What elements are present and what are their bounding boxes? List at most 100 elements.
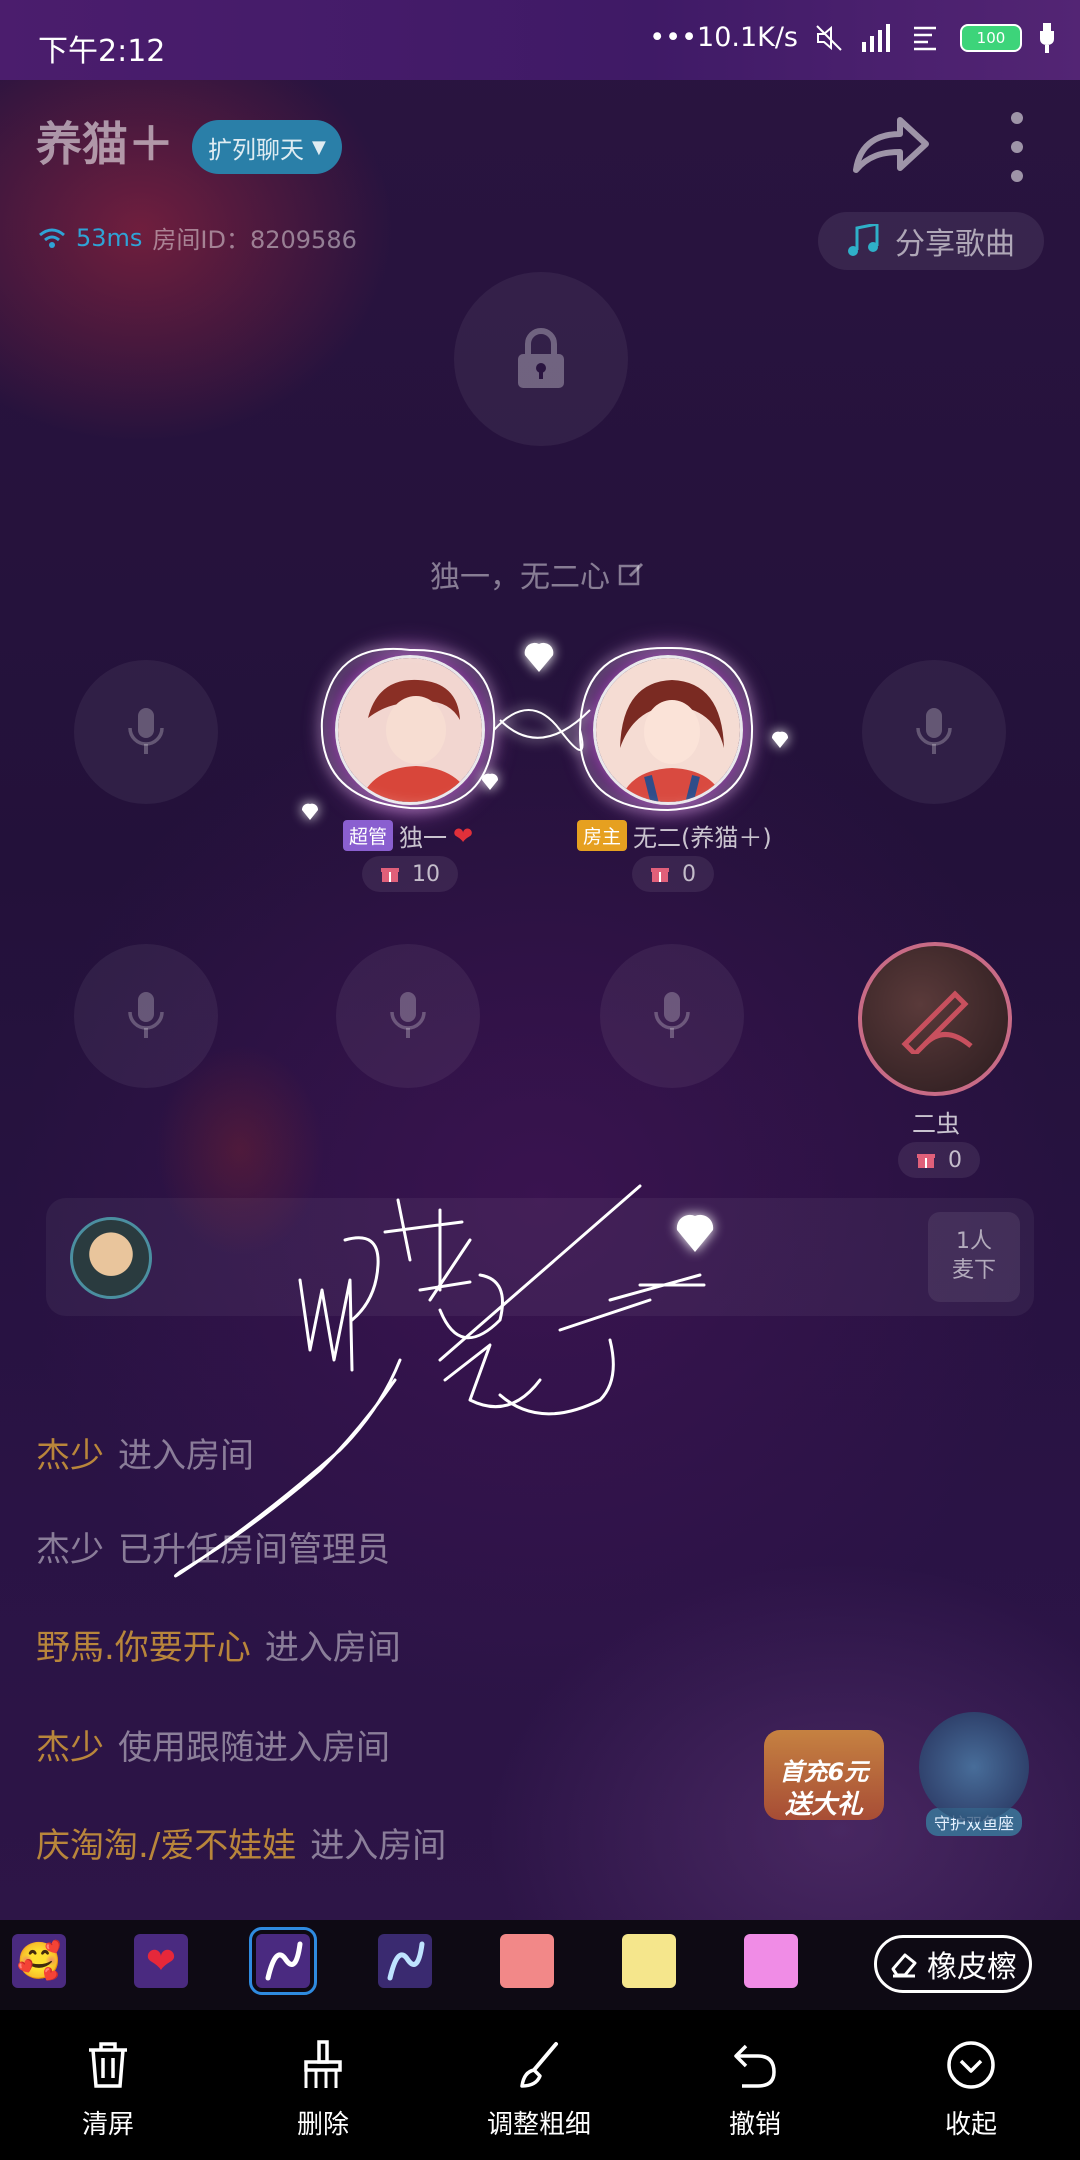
- gift-count: 10: [412, 861, 440, 887]
- gift-count-3: 0: [898, 1142, 980, 1178]
- empty-mic-seat-1[interactable]: [74, 660, 218, 804]
- empty-mic-seat-2[interactable]: [862, 660, 1006, 804]
- message-nick[interactable]: 杰少: [36, 1436, 104, 1476]
- mute-icon: [816, 24, 842, 51]
- edit-icon: [618, 562, 644, 586]
- adjust-thickness-button[interactable]: 调整粗细: [464, 2040, 614, 2141]
- undo-label: 撤销: [728, 2110, 781, 2140]
- seat-user-1: 超管 独一 ❤: [343, 818, 473, 853]
- glow-line-brush-swatch[interactable]: [249, 1927, 317, 1995]
- first-recharge-promo[interactable]: 首充6元 送大礼: [754, 1700, 894, 1840]
- message-text: 进入房间: [264, 1628, 401, 1668]
- avatar-illustration: [338, 658, 482, 802]
- queue-label: 麦下: [951, 1258, 996, 1283]
- chat-message: 杰少 使用跟随进入房间: [36, 1720, 390, 1769]
- user-name: 二虫: [912, 1110, 960, 1138]
- user-name: 无二(养猫＋): [633, 824, 772, 852]
- queue-button[interactable]: 1人 麦下: [928, 1212, 1020, 1302]
- gift-icon: [381, 868, 399, 882]
- empty-mic-seat-4[interactable]: [336, 944, 480, 1088]
- chat-message: 杰少 已升任房间管理员: [36, 1522, 390, 1571]
- color-swatch-pink[interactable]: [744, 1934, 798, 1988]
- blushing-face-icon: 🥰: [16, 1941, 62, 1982]
- ping-latency: 53ms: [76, 223, 143, 252]
- eraser-icon: [891, 1953, 917, 1978]
- user-avatar-duyi[interactable]: [335, 655, 485, 805]
- avatar-illustration: [596, 658, 740, 802]
- lock-icon: [518, 328, 564, 388]
- eraser-button[interactable]: 橡皮檫: [874, 1935, 1032, 1993]
- heart-icon: ❤: [453, 821, 474, 850]
- user-avatar-wuer[interactable]: [593, 655, 743, 805]
- menu-lines-icon: [914, 26, 936, 50]
- room-motto[interactable]: 独一，无二心: [430, 552, 646, 596]
- battery-icon: 100: [960, 23, 1022, 52]
- clear-screen-button[interactable]: 清屏: [33, 2040, 183, 2141]
- heart-icon: ❤: [145, 1940, 177, 1982]
- emoji-brush-swatch[interactable]: 🥰: [12, 1934, 66, 1988]
- heart-brush-swatch[interactable]: ❤: [134, 1934, 188, 1988]
- mic-queue-bar: [46, 1198, 1034, 1316]
- trash-icon: [89, 2042, 127, 2088]
- share-song-button[interactable]: 分享歌曲: [818, 212, 1044, 270]
- locked-seat[interactable]: [454, 272, 628, 446]
- gift-count-2: 0: [632, 856, 714, 892]
- pencil-sign-icon: [901, 990, 973, 1054]
- collapse-button[interactable]: 收起: [896, 2040, 1046, 2141]
- microphone-icon: [916, 708, 952, 754]
- more-options-button[interactable]: [1002, 112, 1032, 182]
- user-avatar-erchong[interactable]: [858, 942, 1012, 1096]
- share-song-label: 分享歌曲: [895, 227, 1015, 262]
- chevron-down-circle-icon: [947, 2041, 995, 2089]
- room-motto-text: 独一，无二心: [430, 560, 610, 595]
- gift-icon: [917, 1154, 935, 1168]
- promo-line2: 送大礼: [784, 1790, 863, 1820]
- color-swatch-yellow[interactable]: [622, 1934, 676, 1988]
- message-text: 进入房间: [310, 1826, 447, 1866]
- gift-icon: [651, 868, 669, 882]
- squiggle-icon: [265, 1941, 303, 1981]
- delete-button[interactable]: 删除: [248, 2040, 398, 2141]
- status-time: 下午2:12: [38, 34, 166, 69]
- network-speed: •••10.1K/s: [649, 22, 798, 53]
- blue-line-brush-swatch[interactable]: [378, 1934, 432, 1988]
- microphone-icon: [390, 992, 426, 1038]
- broom-icon: [304, 2040, 342, 2088]
- music-note-icon: [848, 224, 879, 256]
- gift-count: 0: [682, 861, 696, 887]
- color-swatch-red[interactable]: [500, 1934, 554, 1988]
- collapse-label: 收起: [944, 2110, 997, 2140]
- empty-mic-seat-3[interactable]: [74, 944, 218, 1088]
- admin-tag: 超管: [343, 820, 394, 851]
- squiggle-icon: [387, 1941, 425, 1981]
- chat-message: 野馬.你要开心 进入房间: [36, 1620, 401, 1669]
- delete-label: 删除: [296, 2110, 349, 2140]
- undo-icon: [734, 2044, 776, 2088]
- seat-user-2: 房主 无二(养猫＋): [577, 818, 772, 853]
- room-info: 53ms 房间ID：8209586: [38, 220, 357, 255]
- microphone-icon: [128, 992, 164, 1038]
- status-indicators: •••10.1K/s 100: [649, 22, 1056, 53]
- gift-count: 0: [948, 1147, 962, 1173]
- eraser-label: 橡皮檫: [927, 1950, 1017, 1985]
- promo-line1: 首充6元: [779, 1758, 869, 1786]
- microphone-icon: [128, 708, 164, 754]
- room-title: 养猫＋: [36, 117, 174, 171]
- empty-mic-seat-5[interactable]: [600, 944, 744, 1088]
- message-nick[interactable]: 庆淘淘./爱不娃娃: [36, 1826, 296, 1866]
- dropdown-triangle-icon: ▼: [312, 136, 326, 158]
- expand-chat-button[interactable]: 扩列聊天 ▼: [192, 120, 342, 174]
- queue-user-avatar[interactable]: [70, 1217, 152, 1299]
- message-text: 已升任房间管理员: [118, 1530, 390, 1570]
- message-text: 使用跟随进入房间: [118, 1728, 390, 1768]
- message-nick[interactable]: 杰少: [36, 1530, 104, 1570]
- message-nick[interactable]: 野馬.你要开心: [36, 1628, 251, 1668]
- user-name: 独一: [399, 824, 448, 852]
- microphone-icon: [654, 992, 690, 1038]
- guard-seat-button[interactable]: 守护双鱼座: [918, 1712, 1030, 1852]
- room-id: 房间ID：8209586: [152, 226, 357, 254]
- message-nick[interactable]: 杰少: [36, 1728, 104, 1768]
- undo-button[interactable]: 撤销: [680, 2040, 830, 2141]
- share-arrow-icon[interactable]: [850, 112, 930, 182]
- message-text: 进入房间: [118, 1436, 254, 1476]
